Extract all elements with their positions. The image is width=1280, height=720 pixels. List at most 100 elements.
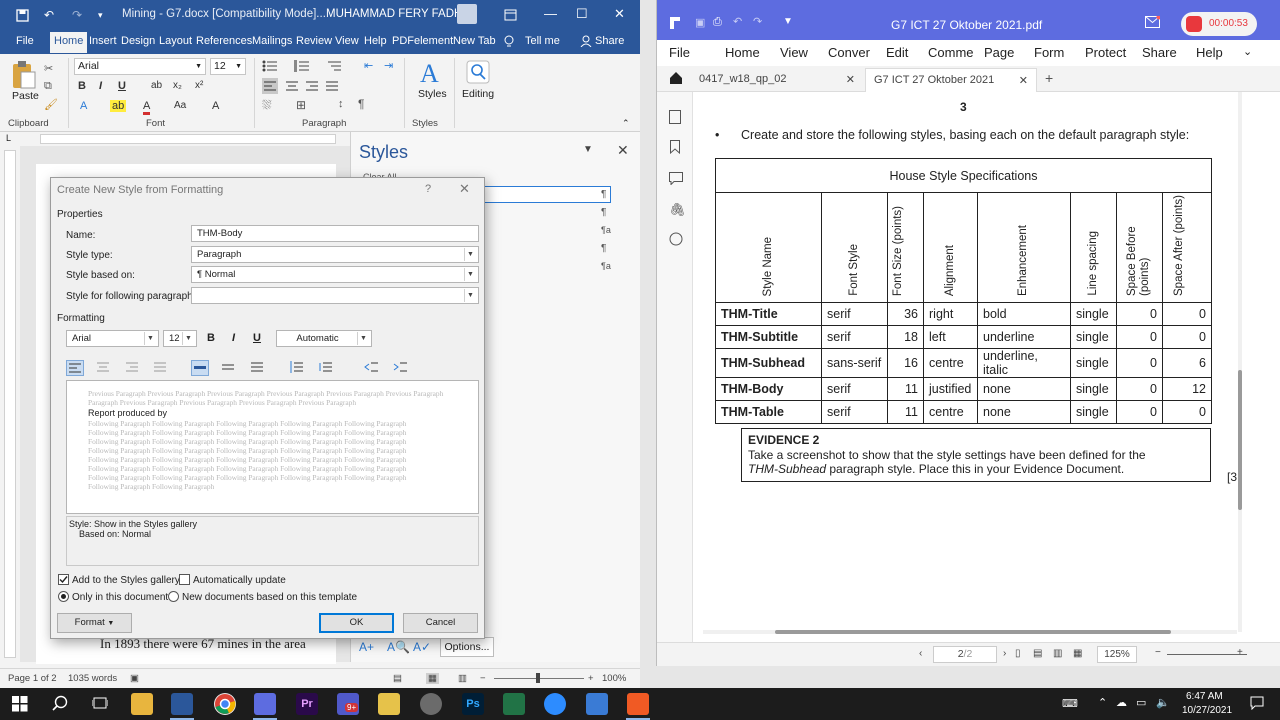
menu-form[interactable]: Form	[1034, 45, 1064, 60]
network-icon[interactable]: ▭	[1136, 696, 1146, 709]
menu-convert[interactable]: Conver	[828, 45, 870, 60]
italic-button[interactable]: I	[232, 332, 235, 344]
zoom-out-icon[interactable]: −	[480, 673, 486, 684]
proofing-icon[interactable]: ▣	[130, 673, 139, 684]
zoom-app-icon[interactable]	[544, 693, 566, 715]
format-painter-icon[interactable]: 🖌	[44, 98, 58, 111]
font-color-icon[interactable]: A	[143, 100, 151, 115]
next-page-icon[interactable]: ›	[1003, 648, 1006, 659]
share-icon[interactable]	[580, 35, 592, 48]
decrease-indent-icon[interactable]	[363, 360, 381, 376]
menu-file[interactable]: File	[669, 45, 690, 60]
search-icon[interactable]	[669, 232, 683, 249]
subscript-button[interactable]: x₂	[173, 80, 182, 91]
recorder-icon[interactable]	[627, 693, 649, 715]
new-tab-icon[interactable]: +	[1045, 70, 1053, 86]
tab-layout[interactable]: Layout	[159, 35, 192, 47]
sort-icon[interactable]: ↕	[338, 98, 344, 110]
tab-new-tab[interactable]: New Tab	[453, 35, 496, 47]
save-icon[interactable]	[16, 8, 29, 22]
tab-pdfelement[interactable]: PDFelement	[392, 35, 453, 47]
show-marks-icon[interactable]: ¶	[358, 97, 364, 111]
menu-protect[interactable]: Protect	[1085, 45, 1126, 60]
two-page-icon[interactable]: ▥	[1053, 648, 1062, 659]
photoshop-icon[interactable]: Ps	[462, 693, 484, 715]
chevron-down-icon[interactable]: ⌄	[1243, 45, 1252, 58]
page-indicator[interactable]: 2/2	[933, 646, 997, 663]
bold-button[interactable]: B	[78, 80, 86, 92]
media-player-icon[interactable]	[378, 693, 400, 715]
menu-page[interactable]: Page	[984, 45, 1014, 60]
strikethrough-button[interactable]: ab	[151, 80, 162, 91]
close-icon[interactable]: ✕	[459, 181, 470, 197]
style-inspector-icon[interactable]: A🔍	[387, 640, 410, 654]
numbering-icon[interactable]	[294, 60, 310, 75]
search-icon[interactable]	[52, 695, 68, 714]
pdf-page[interactable]: 3 • Create and store the following style…	[703, 92, 1237, 632]
justify-icon[interactable]	[324, 78, 340, 97]
stop-record-icon[interactable]	[1186, 16, 1202, 32]
thumbnails-icon[interactable]	[669, 110, 681, 127]
undo-icon[interactable]: ↶	[733, 15, 742, 28]
new-docs-label[interactable]: New documents based on this template	[182, 592, 357, 603]
zoom-in-icon[interactable]: +	[588, 673, 594, 684]
bold-button[interactable]: B	[207, 332, 215, 344]
only-doc-label[interactable]: Only in this document	[72, 592, 168, 603]
align-right-icon[interactable]	[124, 360, 142, 376]
customize-qat-icon[interactable]: ▾	[98, 10, 103, 21]
clock-date[interactable]: 10/27/2021	[1182, 705, 1232, 716]
tab-insert[interactable]: Insert	[89, 35, 117, 47]
styles-button-label[interactable]: Styles	[418, 88, 447, 100]
menu-help[interactable]: Help	[1196, 45, 1223, 60]
text-effects-icon[interactable]: A	[80, 100, 87, 112]
zoom-slider-thumb[interactable]	[536, 673, 540, 683]
new-docs-radio[interactable]	[168, 591, 179, 602]
superscript-button[interactable]: x²	[195, 80, 203, 91]
size-select[interactable]: 12 ▼	[163, 330, 197, 347]
chevron-down-icon[interactable]: ▼	[195, 63, 202, 70]
single-page-icon[interactable]: ▯	[1015, 648, 1021, 659]
font-size-box[interactable]: 12 ▼	[210, 58, 246, 75]
two-page-continuous-icon[interactable]: ▦	[1073, 648, 1082, 659]
new-style-icon[interactable]: A+	[359, 640, 374, 654]
cut-icon[interactable]: ✂	[44, 62, 53, 75]
home-icon[interactable]	[669, 71, 683, 88]
page-count[interactable]: Page 1 of 2	[8, 673, 57, 684]
zoom-slider[interactable]	[1167, 654, 1247, 655]
close-icon[interactable]: ✕	[846, 73, 855, 86]
decrease-spacing-icon[interactable]	[317, 360, 335, 376]
collapse-ribbon-icon[interactable]: ⌃	[622, 118, 630, 129]
decrease-indent-icon[interactable]: ⇤	[364, 59, 373, 72]
chevron-down-icon[interactable]: ▼	[464, 248, 476, 261]
pdfelement-icon[interactable]	[254, 693, 276, 715]
zoom-out-icon[interactable]: −	[1155, 647, 1161, 658]
help-icon[interactable]: ?	[425, 183, 431, 195]
based-on-select[interactable]: ¶ Normal ▼	[191, 266, 479, 283]
avatar[interactable]	[457, 4, 477, 24]
change-case-icon[interactable]: Aa	[174, 100, 186, 111]
close-icon[interactable]: ✕	[614, 6, 625, 22]
align-center-icon[interactable]	[284, 78, 300, 97]
close-icon[interactable]: ✕	[1019, 74, 1028, 87]
align-center-icon[interactable]	[95, 360, 113, 376]
font-select[interactable]: Arial ▼	[66, 330, 159, 347]
notification-icon[interactable]	[1250, 696, 1264, 713]
menu-home[interactable]: Home	[725, 45, 760, 60]
styles-gallery-icon[interactable]: A	[418, 58, 444, 89]
pdf-tab[interactable]: 0417_w18_qp_02 ✕	[691, 68, 863, 92]
options-button[interactable]: Options...	[440, 637, 494, 657]
word-count[interactable]: 1035 words	[68, 673, 117, 684]
highlight-icon[interactable]: ab	[110, 100, 127, 112]
tell-me-box[interactable]: Tell me	[525, 35, 560, 47]
tab-selector-icon[interactable]: L	[6, 133, 11, 143]
tab-mailings[interactable]: Mailings	[252, 35, 292, 47]
double-spacing-icon[interactable]	[249, 360, 267, 376]
tab-help[interactable]: Help	[364, 35, 387, 47]
increase-indent-icon[interactable]: ⇥	[384, 59, 393, 72]
borders-icon[interactable]: ⊞	[296, 98, 306, 112]
align-left-icon[interactable]	[66, 360, 84, 376]
prev-page-icon[interactable]: ‹	[919, 648, 922, 659]
manage-styles-icon[interactable]: A✓	[413, 640, 431, 654]
menu-comment[interactable]: Comme	[928, 45, 974, 60]
italic-button[interactable]: I	[99, 80, 102, 92]
